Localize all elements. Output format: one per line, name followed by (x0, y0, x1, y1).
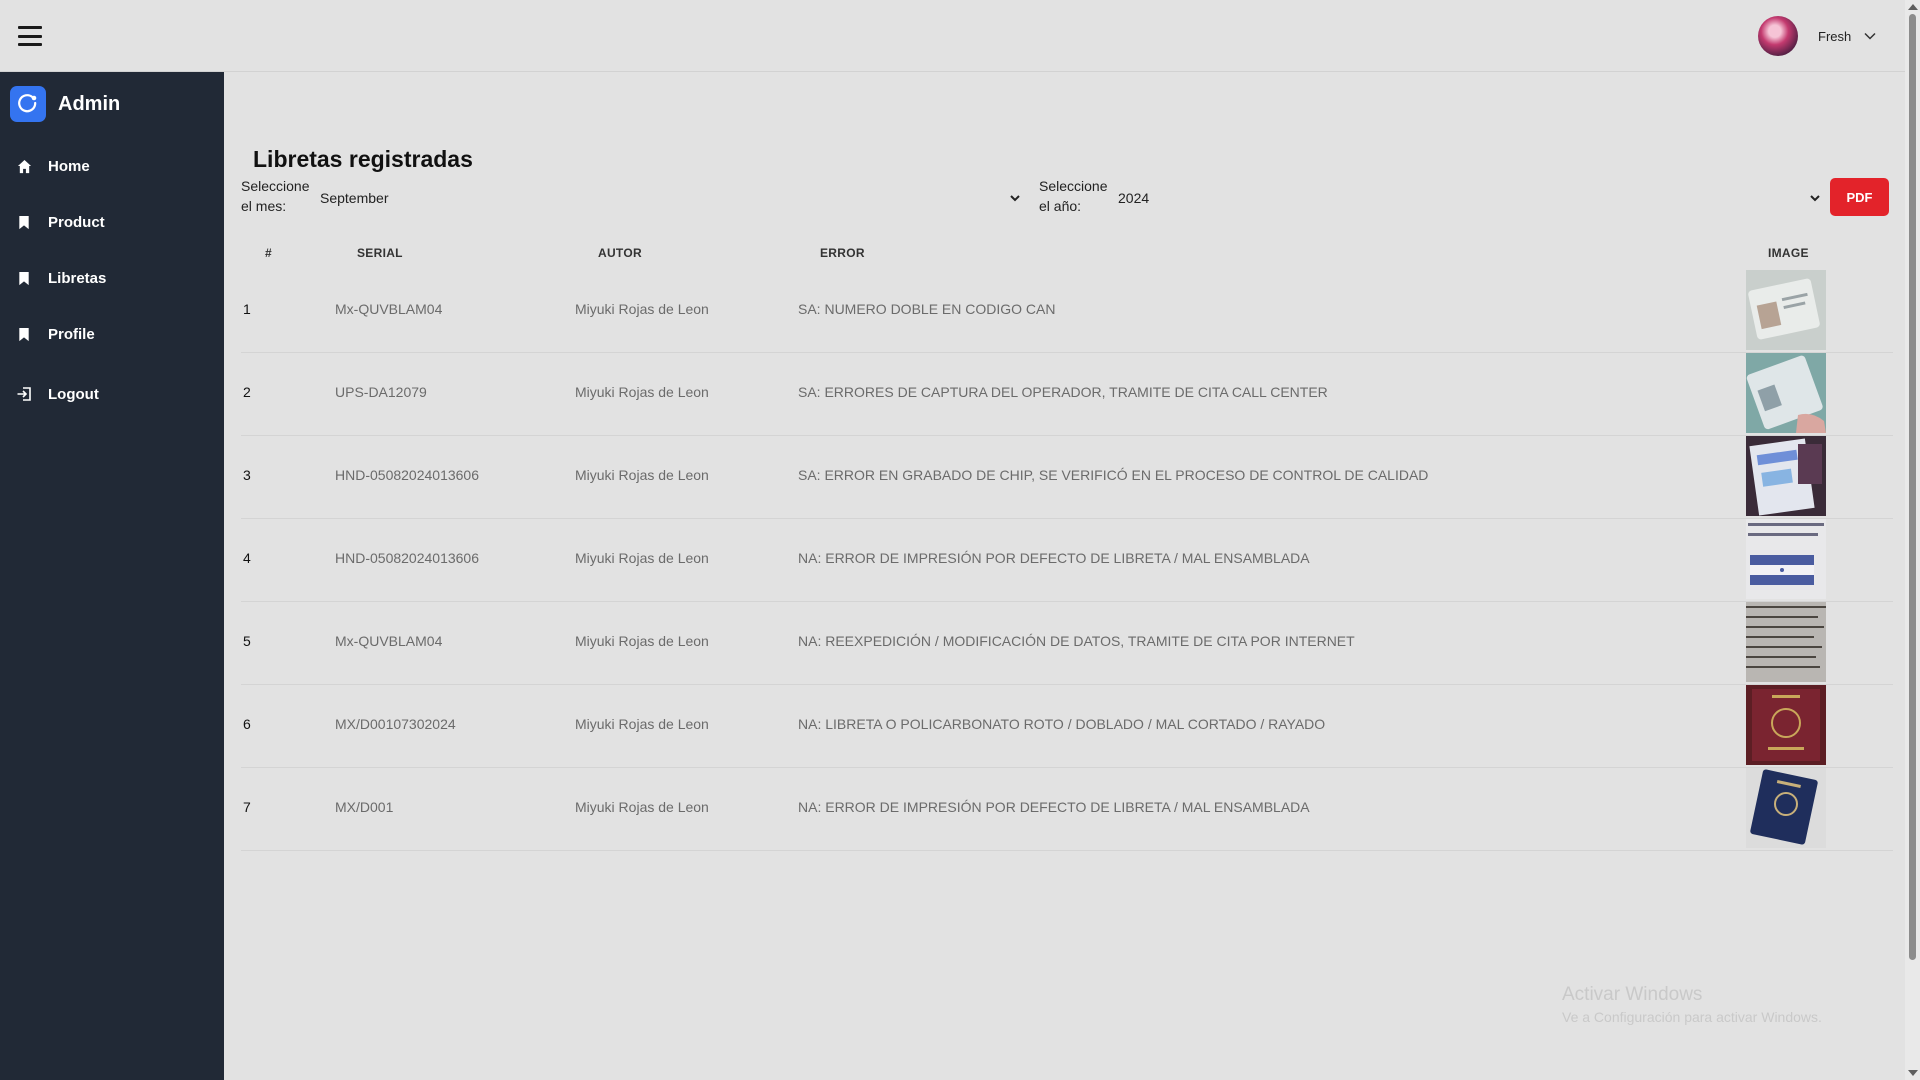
sidebar-item-label: Libretas (48, 269, 107, 287)
user-name[interactable]: Fresh (1818, 29, 1851, 44)
year-select[interactable]: 2024 (1118, 178, 1822, 218)
row-number: 3 (243, 467, 251, 483)
sidebar-item-logout[interactable]: Logout (0, 374, 224, 414)
table-row: 6 MX/D00107302024 Miyuki Rojas de Leon N… (241, 685, 1893, 768)
row-number: 4 (243, 550, 251, 566)
row-number: 7 (243, 799, 251, 815)
table-row: 2 UPS-DA12079 Miyuki Rojas de Leon SA: E… (241, 353, 1893, 436)
year-label: Seleccione el año: (1039, 178, 1108, 214)
row-number: 6 (243, 716, 251, 732)
row-error: NA: LIBRETA O POLICARBONATO ROTO / DOBLA… (798, 716, 1326, 732)
row-serial: UPS-DA12079 (335, 384, 427, 400)
row-image[interactable] (1746, 602, 1826, 682)
row-autor: Miyuki Rojas de Leon (575, 467, 709, 483)
bookmark-icon (16, 270, 32, 286)
column-header-image: IMAGE (1768, 246, 1809, 260)
row-error: SA: ERRORES DE CAPTURA DEL OPERADOR, TRA… (798, 384, 1328, 400)
chevron-down-icon (1010, 195, 1020, 202)
bookmark-icon (16, 326, 32, 342)
row-number: 5 (243, 633, 251, 649)
brand-name: Admin (58, 92, 121, 115)
row-autor: Miyuki Rojas de Leon (575, 550, 709, 566)
sidebar-item-product[interactable]: Product (0, 202, 224, 242)
sidebar-item-profile[interactable]: Profile (0, 314, 224, 354)
row-image[interactable] (1746, 685, 1826, 765)
page-title: Libretas registradas (253, 146, 473, 172)
brand[interactable]: Admin (10, 86, 120, 122)
vertical-scrollbar[interactable] (1905, 0, 1920, 1080)
sidebar-item-label: Home (48, 157, 90, 175)
filters-bar: Seleccione el mes: September Seleccione … (241, 176, 1889, 224)
scroll-up-icon[interactable] (1908, 4, 1918, 10)
month-select[interactable]: September (320, 178, 1022, 218)
pdf-button[interactable]: PDF (1830, 178, 1889, 216)
row-image[interactable] (1746, 270, 1826, 350)
table-row: 1 Mx-QUVBLAM04 Miyuki Rojas de Leon SA: … (241, 270, 1893, 353)
row-error: NA: ERROR DE IMPRESIÓN POR DEFECTO DE LI… (798, 550, 1310, 566)
avatar[interactable] (1758, 16, 1798, 56)
row-error: SA: NUMERO DOBLE EN CODIGO CAN (798, 301, 1056, 317)
row-image[interactable] (1746, 353, 1826, 433)
row-image[interactable] (1746, 519, 1826, 599)
scroll-down-icon[interactable] (1908, 1070, 1918, 1076)
windows-activation-watermark: Activar Windows Ve a Configuración para … (1562, 984, 1822, 1025)
row-autor: Miyuki Rojas de Leon (575, 716, 709, 732)
sidebar-item-label: Product (48, 213, 105, 231)
brand-logo-icon (10, 86, 46, 122)
row-error: NA: ERROR DE IMPRESIÓN POR DEFECTO DE LI… (798, 799, 1310, 815)
row-number: 2 (243, 384, 251, 400)
row-autor: Miyuki Rojas de Leon (575, 384, 709, 400)
table-row: 3 HND-05082024013606 Miyuki Rojas de Leo… (241, 436, 1893, 519)
table-header: # SERIAL AUTOR ERROR IMAGE (241, 236, 1893, 270)
row-serial: MX/D001 (335, 799, 394, 815)
column-header-serial: SERIAL (357, 246, 403, 260)
watermark-subtitle: Ve a Configuración para activar Windows. (1562, 1009, 1822, 1025)
sidebar-item-label: Profile (48, 325, 95, 343)
row-error: NA: REEXPEDICIÓN / MODIFICACIÓN DE DATOS… (798, 633, 1355, 649)
row-autor: Miyuki Rojas de Leon (575, 301, 709, 317)
row-serial: HND-05082024013606 (335, 550, 479, 566)
month-label: Seleccione el mes: (241, 178, 310, 214)
hamburger-menu-icon[interactable] (18, 26, 42, 46)
year-select-value: 2024 (1118, 190, 1150, 206)
top-bar: Fresh (0, 0, 1905, 72)
scrollbar-thumb[interactable] (1909, 14, 1916, 960)
bookmark-icon (16, 214, 32, 230)
column-header-autor: AUTOR (598, 246, 642, 260)
logout-icon (16, 386, 32, 402)
table-row: 4 HND-05082024013606 Miyuki Rojas de Leo… (241, 519, 1893, 602)
row-serial: MX/D00107302024 (335, 716, 456, 732)
row-number: 1 (243, 301, 251, 317)
row-serial: HND-05082024013606 (335, 467, 479, 483)
chevron-down-icon[interactable] (1863, 29, 1877, 43)
row-serial: Mx-QUVBLAM04 (335, 633, 443, 649)
home-icon (16, 158, 32, 174)
row-autor: Miyuki Rojas de Leon (575, 799, 709, 815)
sidebar-item-libretas[interactable]: Libretas (0, 258, 224, 298)
table-row: 7 MX/D001 Miyuki Rojas de Leon NA: ERROR… (241, 768, 1893, 851)
user-menu[interactable]: Fresh (1758, 14, 1877, 58)
chevron-down-icon (1810, 195, 1820, 202)
row-autor: Miyuki Rojas de Leon (575, 633, 709, 649)
sidebar-item-home[interactable]: Home (0, 146, 224, 186)
libretas-table: # SERIAL AUTOR ERROR IMAGE 1 Mx-QUVBLAM0… (241, 236, 1893, 851)
table-row: 5 Mx-QUVBLAM04 Miyuki Rojas de Leon NA: … (241, 602, 1893, 685)
sidebar-item-label: Logout (48, 385, 99, 403)
row-serial: Mx-QUVBLAM04 (335, 301, 443, 317)
column-header-error: ERROR (820, 246, 865, 260)
watermark-title: Activar Windows (1562, 984, 1703, 1005)
column-header-num: # (265, 246, 272, 260)
row-image[interactable] (1746, 768, 1826, 848)
row-image[interactable] (1746, 436, 1826, 516)
sidebar: Admin Home Product Libretas Profile Logo… (0, 72, 224, 1080)
row-error: SA: ERROR EN GRABADO DE CHIP, SE VERIFIC… (798, 467, 1429, 483)
month-select-value: September (320, 190, 389, 206)
